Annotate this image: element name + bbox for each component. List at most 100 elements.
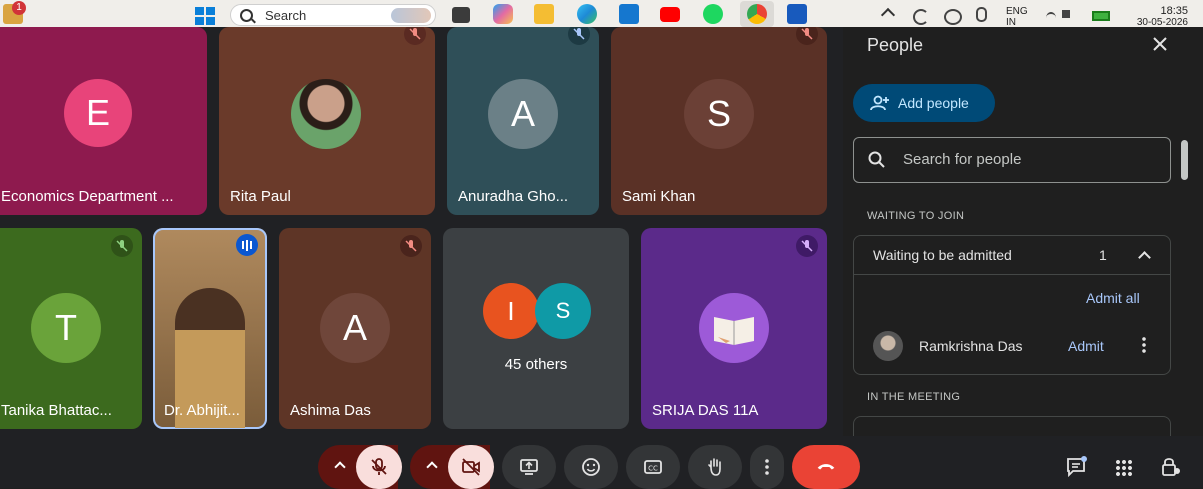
admit-button[interactable]: Admit (1068, 338, 1104, 354)
language-line1: ENG (1006, 6, 1028, 17)
add-people-button[interactable]: Add people (853, 84, 995, 122)
video-grid: E Economics Department ... Rita Paul A A… (0, 27, 843, 436)
mic-off-icon (111, 235, 133, 257)
chevron-up-icon[interactable] (880, 7, 896, 23)
waiting-section-label: WAITING TO JOIN (867, 210, 965, 222)
end-call-icon (817, 464, 835, 470)
mic-off-icon (796, 235, 818, 257)
waiting-list: Waiting to be admitted 1 Admit all Ramkr… (853, 235, 1171, 375)
speaking-indicator-icon (236, 234, 258, 256)
search-icon (240, 9, 253, 22)
more-options-icon[interactable] (1142, 336, 1146, 354)
add-person-icon (870, 95, 889, 111)
chevron-up-icon (426, 461, 438, 473)
chrome-icon[interactable] (740, 1, 774, 27)
participant-tile[interactable]: Rita Paul (219, 27, 435, 215)
participant-tile[interactable]: T Tanika Bhattac... (0, 228, 142, 429)
edge-icon[interactable] (577, 4, 597, 24)
mic-off-icon (568, 27, 590, 45)
participant-tile[interactable]: A Ashima Das (279, 228, 431, 429)
hand-icon (708, 458, 721, 476)
chevron-up-icon (334, 461, 346, 473)
word-icon[interactable] (787, 4, 807, 24)
more-vert-icon (765, 459, 769, 475)
in-meeting-section-label: IN THE MEETING (867, 391, 961, 403)
leave-call-button[interactable] (792, 445, 860, 489)
microphone-icon[interactable] (976, 7, 987, 22)
others-count: 45 others (504, 356, 568, 373)
file-explorer-icon[interactable] (534, 4, 554, 24)
admit-all-button[interactable]: Admit all (1086, 290, 1140, 306)
participant-tile[interactable]: E Economics Department ... (0, 27, 207, 215)
mic-off-icon (371, 458, 387, 475)
lock-person-icon (1162, 458, 1180, 476)
captions-button[interactable]: CC (626, 445, 680, 489)
search-placeholder: Search for people (903, 151, 1022, 168)
camera-off-icon (462, 458, 480, 476)
copilot-icon[interactable] (493, 4, 513, 24)
participant-name: Dr. Abhijit... (164, 402, 240, 419)
chevron-up-icon (1138, 251, 1151, 264)
raise-hand-button[interactable] (688, 445, 742, 489)
participant-name: Sami Khan (622, 188, 696, 205)
participant-name: Anuradha Gho... (458, 188, 569, 205)
others-tile[interactable]: I S 45 others (443, 228, 629, 429)
participant-name: Economics Department ... (1, 188, 174, 205)
waiting-person-row: Ramkrishna Das Admit (854, 326, 1170, 366)
wifi-icon[interactable] (1046, 12, 1056, 24)
task-view-icon[interactable] (452, 7, 470, 23)
mic-off-icon (400, 235, 422, 257)
location-off-icon[interactable] (944, 9, 962, 25)
spotify-icon[interactable] (703, 4, 723, 24)
more-options-button[interactable] (750, 445, 784, 489)
youtube-icon[interactable] (660, 7, 680, 22)
clock-time: 18:35 (1160, 5, 1188, 17)
chat-button[interactable] (1066, 456, 1088, 478)
meeting-controls: CC (0, 436, 1203, 489)
people-panel: People Add people Search for people WAIT… (843, 27, 1203, 440)
language-indicator[interactable]: ENG IN (1006, 6, 1028, 28)
add-people-label: Add people (898, 95, 969, 111)
windows-taskbar: 1 Search ENG IN 18:35 30-05-2026 (0, 0, 1203, 29)
host-controls-button[interactable] (1160, 456, 1182, 478)
notification-badge: 1 (12, 1, 26, 15)
start-icon[interactable] (195, 7, 215, 25)
microphone-toggle-button[interactable] (356, 445, 402, 489)
participant-tile-speaking[interactable]: Dr. Abhijit... (153, 228, 267, 429)
waiting-header[interactable]: Waiting to be admitted 1 (854, 236, 1170, 275)
close-icon[interactable] (1149, 33, 1171, 55)
participant-tile[interactable]: SRIJA DAS 11A (641, 228, 827, 429)
search-highlight-icon (391, 8, 431, 23)
search-icon (868, 151, 885, 168)
avatar (873, 331, 903, 361)
present-icon (520, 459, 538, 475)
participant-tile[interactable]: S Sami Khan (611, 27, 827, 215)
battery-icon[interactable] (1092, 11, 1110, 21)
waiting-header-label: Waiting to be admitted (873, 247, 1012, 263)
search-people-input[interactable]: Search for people (853, 137, 1171, 183)
sync-icon[interactable] (913, 9, 929, 25)
emoji-icon (582, 458, 600, 476)
chat-icon (1067, 456, 1087, 478)
participant-name: Tanika Bhattac... (1, 402, 112, 419)
waiting-count: 1 (1099, 247, 1107, 263)
activities-button[interactable] (1115, 459, 1133, 477)
store-icon[interactable] (619, 4, 639, 24)
participant-photo (291, 79, 361, 149)
camera-toggle-button[interactable] (448, 445, 494, 489)
mic-off-icon (404, 27, 426, 45)
participant-avatar: S (684, 79, 754, 149)
volume-icon[interactable] (1062, 10, 1070, 18)
present-screen-button[interactable] (502, 445, 556, 489)
others-avatar: S (535, 283, 591, 339)
panel-title: People (867, 35, 924, 55)
participant-tile[interactable]: A Anuradha Gho... (447, 27, 599, 215)
taskbar-search[interactable]: Search (230, 4, 436, 26)
waiting-person-name: Ramkrishna Das (919, 338, 1023, 354)
reactions-button[interactable] (564, 445, 618, 489)
clock[interactable]: 18:35 30-05-2026 (1128, 5, 1188, 29)
participant-name: Rita Paul (230, 188, 291, 205)
participant-name: SRIJA DAS 11A (652, 402, 759, 419)
others-avatar: I (483, 283, 539, 339)
panel-scrollbar[interactable] (1181, 140, 1188, 180)
